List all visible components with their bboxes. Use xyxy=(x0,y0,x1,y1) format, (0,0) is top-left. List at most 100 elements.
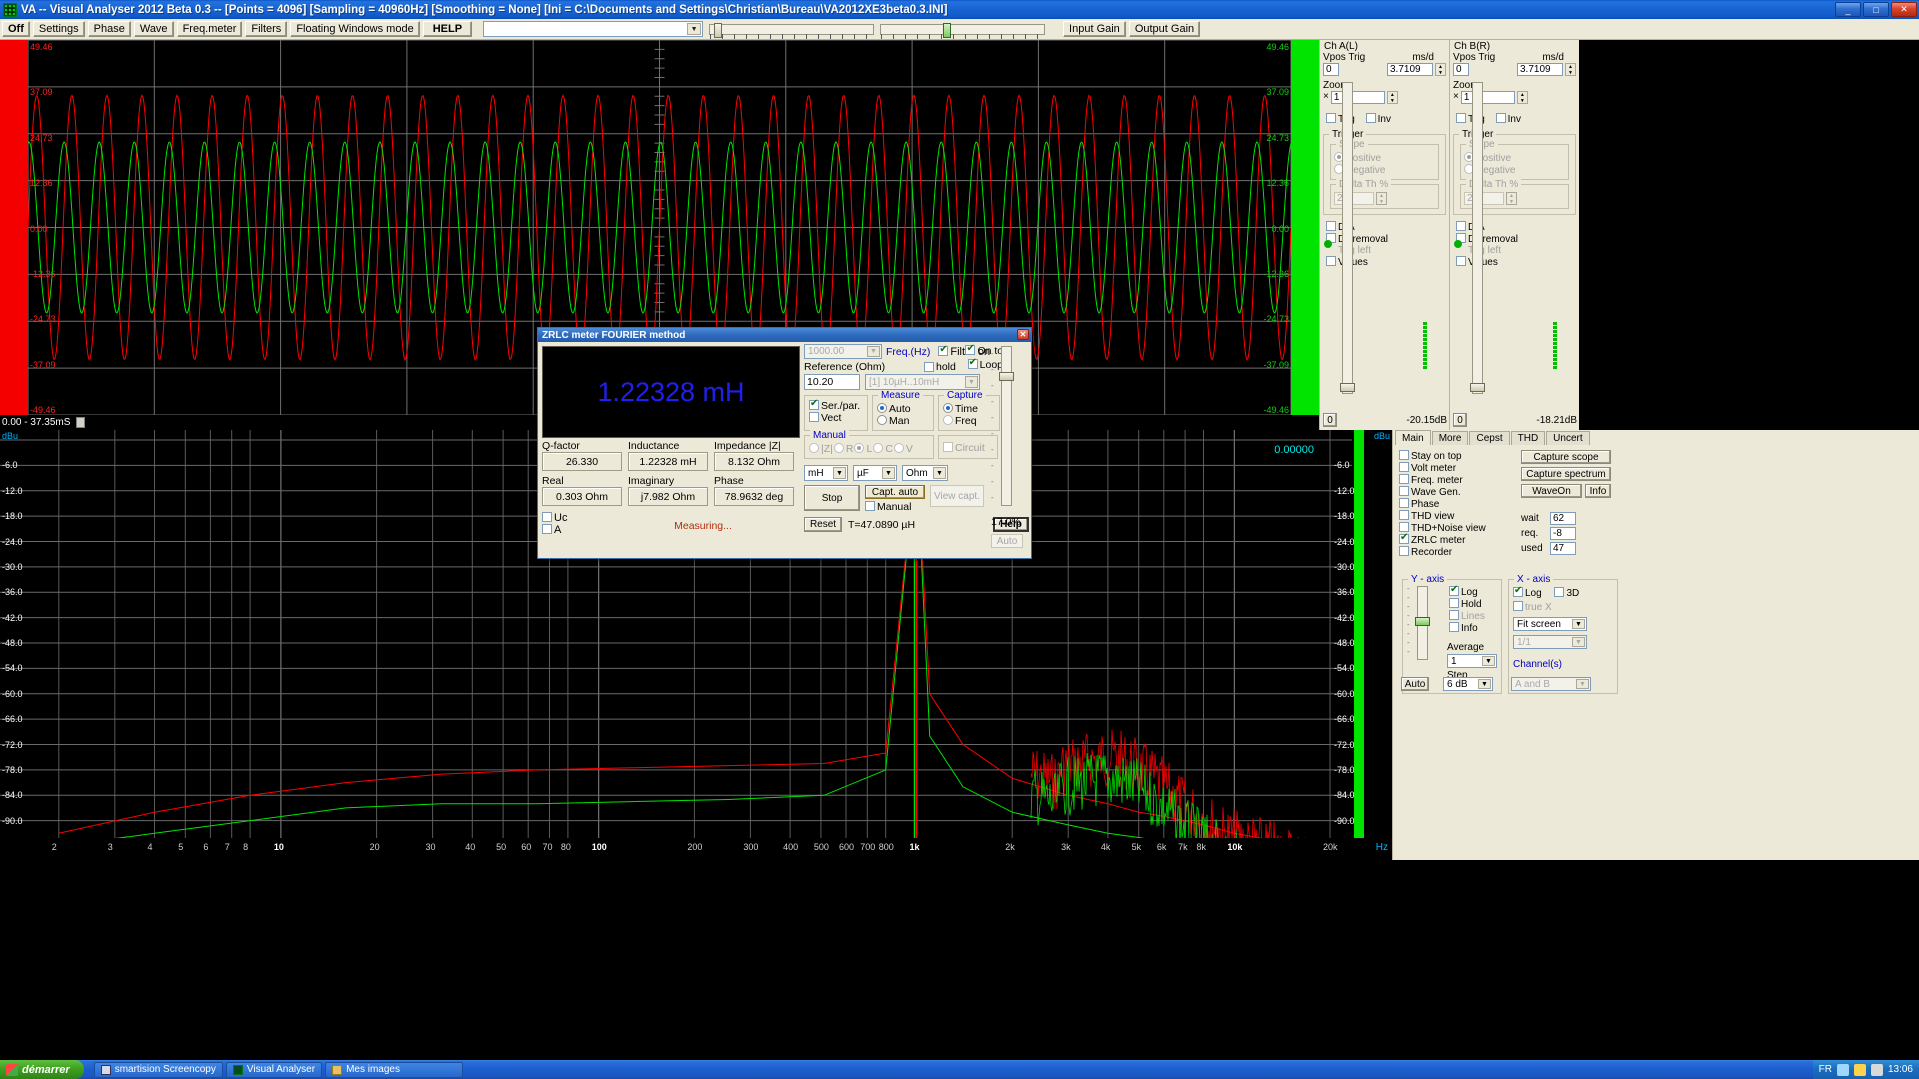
capture-scope-button[interactable]: Capture scope xyxy=(1521,450,1611,464)
spinner-down-icon[interactable]: ▼ xyxy=(1507,199,1516,205)
zrlc-unit3-select[interactable]: Ohm ▼ xyxy=(902,465,948,481)
zrlc-circuit-checkbox[interactable] xyxy=(943,442,953,452)
info-button[interactable]: Info xyxy=(1585,484,1611,498)
tab-more[interactable]: More xyxy=(1431,431,1469,445)
fit-screen-select[interactable]: Fit screen ▼ xyxy=(1513,617,1587,631)
capture-spectrum-button[interactable]: Capture spectrum xyxy=(1521,467,1611,481)
tab-cepst[interactable]: Cepst xyxy=(1469,431,1510,445)
zrlc-manual-r-radio[interactable] xyxy=(833,443,844,453)
check-x-log[interactable] xyxy=(1513,585,1523,597)
toolbar-combo[interactable]: ▼ xyxy=(483,21,704,37)
taskbar-item-visual-analyser[interactable]: Visual Analyser xyxy=(225,1061,323,1078)
maximize-button[interactable]: □ xyxy=(1863,2,1889,17)
zrlc-loop-checkbox[interactable] xyxy=(967,357,978,369)
check-thd-noise-view[interactable] xyxy=(1399,522,1409,532)
toolbar-button-off[interactable]: Off xyxy=(2,21,30,37)
toolbar-button-phase[interactable]: Phase xyxy=(87,21,131,37)
output-gain-button[interactable]: Output Gain xyxy=(1128,21,1201,37)
zrlc-range-select[interactable]: [1] 10µH..10mH ▼ xyxy=(865,374,980,390)
zrlc-manual-l-radio[interactable] xyxy=(854,443,865,453)
tab-thd[interactable]: THD xyxy=(1510,431,1546,445)
channel-b-vpos-slider-thumb[interactable] xyxy=(1470,383,1485,392)
zrlc-stop-button[interactable]: Stop xyxy=(804,485,860,511)
tray-network-icon[interactable] xyxy=(1836,1063,1849,1076)
channel-b-inv-checkbox[interactable] xyxy=(1495,113,1506,123)
chevron-down-icon[interactable]: ▼ xyxy=(1572,637,1585,647)
tray-volume-icon[interactable] xyxy=(1853,1063,1866,1076)
chevron-down-icon[interactable]: ▼ xyxy=(867,346,880,357)
channel-a-msd-field[interactable]: 3.7109 xyxy=(1387,63,1433,76)
channel-a-trig-checkbox[interactable] xyxy=(1326,113,1336,123)
zrlc-a-checkbox[interactable] xyxy=(542,524,552,534)
channel-a-zoom-spinner[interactable]: ▲ ▼ xyxy=(1386,91,1398,104)
channel-b-zoom-field[interactable]: 1 xyxy=(1460,91,1515,104)
zrlc-unit1-select[interactable]: mH ▼ xyxy=(804,465,848,481)
check-volt-meter[interactable] xyxy=(1399,462,1409,472)
chevron-down-icon[interactable]: ▼ xyxy=(1482,656,1495,666)
chevron-down-icon[interactable]: ▼ xyxy=(882,467,895,479)
zrlc-auto-button[interactable]: Auto xyxy=(991,534,1023,548)
channel-b-vpos-slider[interactable] xyxy=(1470,82,1485,394)
average-select[interactable]: 1 ▼ xyxy=(1447,654,1497,668)
zrlc-manual-checkbox[interactable] xyxy=(865,501,875,511)
tab-main[interactable]: Main xyxy=(1395,430,1431,445)
check-stay-on-top[interactable] xyxy=(1399,450,1409,460)
check-thd-view[interactable] xyxy=(1399,510,1409,520)
zrlc-capture-freq-radio[interactable] xyxy=(943,415,953,425)
taskbar-item-screencopy[interactable]: smartision Screencopy xyxy=(93,1061,223,1078)
zrlc-manual-c-radio[interactable] xyxy=(873,443,884,453)
zrlc-close-button[interactable]: ✕ xyxy=(1017,329,1029,340)
chevron-down-icon[interactable]: ▼ xyxy=(933,467,946,479)
channel-a-vpos-field[interactable]: 0 xyxy=(1323,63,1339,76)
zrlc-serpar-checkbox[interactable] xyxy=(809,398,819,410)
channel-b-delta-spinner[interactable]: ▲ ▼ xyxy=(1506,192,1517,205)
channels-select[interactable]: A and B ▼ xyxy=(1511,677,1591,691)
chevron-down-icon[interactable]: ▼ xyxy=(965,376,978,388)
used-field[interactable]: 47 xyxy=(1550,542,1576,555)
tab-uncert[interactable]: Uncert xyxy=(1546,431,1590,445)
channel-b-values-checkbox[interactable] xyxy=(1456,256,1466,266)
spinner-down-icon[interactable]: ▼ xyxy=(1436,70,1445,76)
toolbar-button-help[interactable]: HELP xyxy=(422,21,473,37)
check-phase[interactable] xyxy=(1399,498,1409,508)
channel-a-vpos-slider-thumb[interactable] xyxy=(1340,383,1355,392)
y-scale-slider-thumb[interactable] xyxy=(1415,617,1430,626)
zrlc-unit2-select[interactable]: µF ▼ xyxy=(853,465,897,481)
zrlc-view-capt-button[interactable]: View capt. xyxy=(930,485,984,507)
input-gain-slider[interactable] xyxy=(709,22,875,39)
chevron-down-icon[interactable]: ▼ xyxy=(1478,679,1491,689)
check-y-info[interactable] xyxy=(1449,622,1459,632)
taskbar-item-mes-images[interactable]: Mes images xyxy=(325,1061,464,1078)
channel-a-delta-field[interactable]: 25 xyxy=(1334,192,1374,205)
y-scale-slider[interactable] xyxy=(1415,586,1430,660)
output-gain-slider[interactable] xyxy=(880,22,1046,39)
zrlc-on-top-checkbox[interactable] xyxy=(965,343,976,355)
zrlc-measure-auto-radio[interactable] xyxy=(877,403,887,413)
channel-a-inv-checkbox[interactable] xyxy=(1365,113,1376,123)
check-zrlc-meter[interactable] xyxy=(1399,532,1409,544)
channel-a-vpos-slider[interactable] xyxy=(1340,82,1355,394)
wait-field[interactable]: 62 xyxy=(1550,512,1576,525)
zrlc-measure-man-radio[interactable] xyxy=(877,415,887,425)
zrlc-hold-checkbox[interactable] xyxy=(924,362,934,372)
spinner-down-icon[interactable]: ▼ xyxy=(1518,98,1527,104)
channel-a-zoom-field[interactable]: 1 xyxy=(1330,91,1385,104)
input-gain-button[interactable]: Input Gain xyxy=(1063,21,1126,37)
ratio-select[interactable]: 1/1 ▼ xyxy=(1513,635,1587,649)
zrlc-vect-checkbox[interactable] xyxy=(809,412,819,422)
channel-a-msd-spinner[interactable]: ▲ ▼ xyxy=(1435,63,1446,76)
check-true-x[interactable] xyxy=(1513,601,1523,611)
zrlc-capture-time-radio[interactable] xyxy=(943,403,953,413)
toolbar-button-floating-windows[interactable]: Floating Windows mode xyxy=(290,21,420,37)
check-y-lines[interactable] xyxy=(1449,610,1459,620)
channel-a-delta-spinner[interactable]: ▲ ▼ xyxy=(1376,192,1387,205)
toolbar-button-filters[interactable]: Filters xyxy=(245,21,288,37)
zrlc-filter-on-checkbox[interactable] xyxy=(938,344,949,356)
channel-b-msd-field[interactable]: 3.7109 xyxy=(1517,63,1563,76)
check-wave-gen[interactable] xyxy=(1399,486,1409,496)
zrlc-reset-button[interactable]: Reset xyxy=(804,517,842,532)
step-select[interactable]: 6 dB ▼ xyxy=(1443,677,1493,691)
toolbar-button-freqmeter[interactable]: Freq.meter xyxy=(176,21,243,37)
channel-b-delta-field[interactable]: 25 xyxy=(1464,192,1504,205)
zrlc-reference-field[interactable]: 10.20 xyxy=(804,374,860,390)
